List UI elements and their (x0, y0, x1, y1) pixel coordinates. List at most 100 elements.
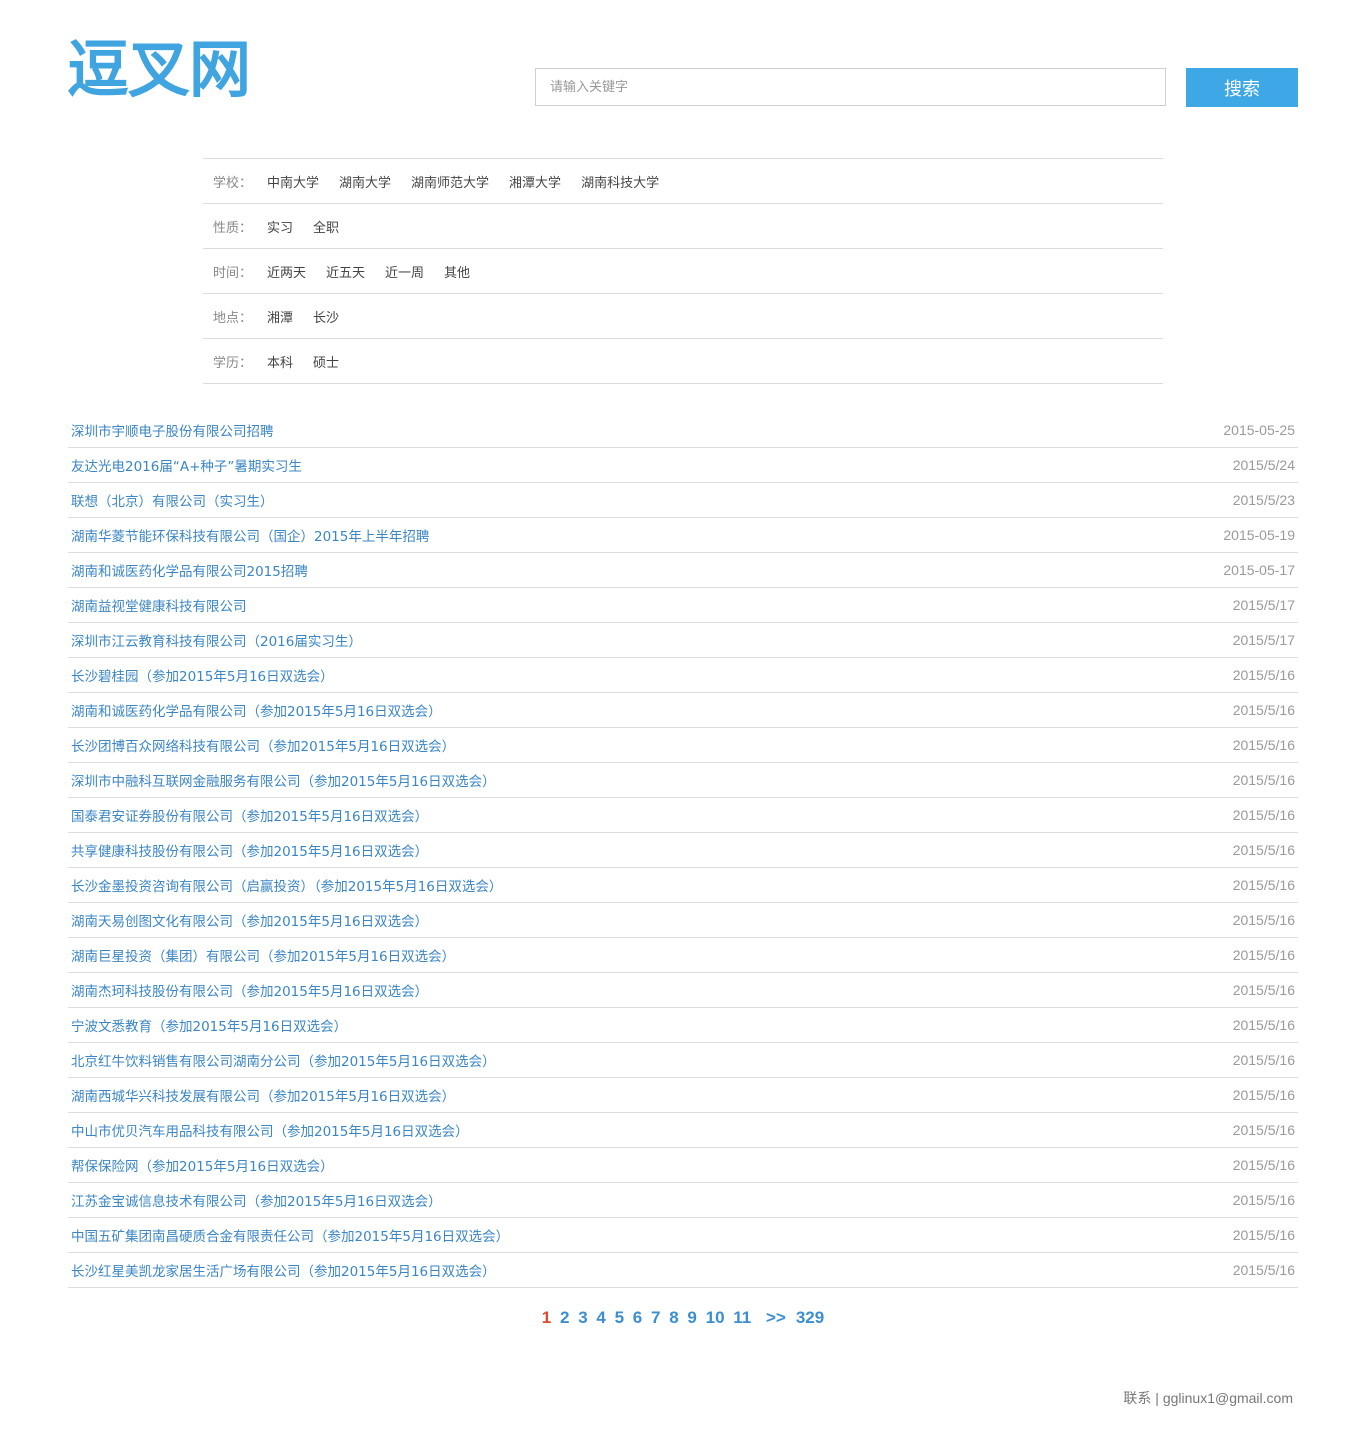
job-title-link[interactable]: 中山市优贝汽车用品科技有限公司（参加2015年5月16日双选会） (71, 1120, 469, 1140)
job-title-link[interactable]: 湖南和诚医药化学品有限公司（参加2015年5月16日双选会） (71, 700, 442, 720)
job-row: 湖南益视堂健康科技有限公司 2015/5/17 (68, 588, 1298, 623)
filter-option[interactable]: 近五天 (326, 262, 365, 281)
job-title-link[interactable]: 湖南巨星投资（集团）有限公司（参加2015年5月16日双选会） (71, 945, 455, 965)
job-row: 共享健康科技股份有限公司（参加2015年5月16日双选会） 2015/5/16 (68, 833, 1298, 868)
page-link[interactable]: 5 (615, 1308, 624, 1327)
job-row: 湖南西城华兴科技发展有限公司（参加2015年5月16日双选会） 2015/5/16 (68, 1078, 1298, 1113)
filter-label: 地点： (213, 310, 253, 326)
filter-option[interactable]: 硕士 (313, 352, 339, 371)
filter-option[interactable]: 长沙 (313, 307, 339, 326)
job-title-link[interactable]: 北京红牛饮料销售有限公司湖南分公司（参加2015年5月16日双选会） (71, 1050, 496, 1070)
job-row: 长沙团博百众网络科技有限公司（参加2015年5月16日双选会） 2015/5/16 (68, 728, 1298, 763)
job-title-link[interactable]: 湖南天易创图文化有限公司（参加2015年5月16日双选会） (71, 910, 428, 930)
job-row: 深圳市中融科互联网金融服务有限公司（参加2015年5月16日双选会） 2015/5… (68, 763, 1298, 798)
job-title-link[interactable]: 中国五矿集团南昌硬质合金有限责任公司（参加2015年5月16日双选会） (71, 1225, 509, 1245)
job-date: 2015/5/16 (1232, 912, 1295, 928)
job-date: 2015-05-19 (1223, 527, 1295, 543)
page-link[interactable]: 11 (733, 1308, 751, 1327)
filter-option[interactable]: 湖南师范大学 (411, 172, 489, 191)
filter-option[interactable]: 实习 (267, 217, 293, 236)
job-date: 2015/5/16 (1232, 1052, 1295, 1068)
job-title-link[interactable]: 湖南西城华兴科技发展有限公司（参加2015年5月16日双选会） (71, 1085, 455, 1105)
search-input[interactable] (535, 68, 1166, 106)
job-date: 2015/5/24 (1232, 457, 1295, 473)
job-title-link[interactable]: 长沙金墨投资咨询有限公司（启赢投资）（参加2015年5月16日双选会） (71, 875, 502, 895)
job-row: 宁波文悉教育（参加2015年5月16日双选会） 2015/5/16 (68, 1008, 1298, 1043)
job-date: 2015/5/16 (1232, 1192, 1295, 1208)
filter-option[interactable]: 近两天 (267, 262, 306, 281)
page-link[interactable]: 6 (633, 1308, 642, 1327)
job-date: 2015/5/16 (1232, 737, 1295, 753)
job-row: 江苏金宝诚信息技术有限公司（参加2015年5月16日双选会） 2015/5/16 (68, 1183, 1298, 1218)
filter-label: 时间： (213, 265, 253, 281)
job-title-link[interactable]: 湖南杰珂科技股份有限公司（参加2015年5月16日双选会） (71, 980, 428, 1000)
filter-option[interactable]: 湖南大学 (339, 172, 391, 191)
job-row: 帮保保险网（参加2015年5月16日双选会） 2015/5/16 (68, 1148, 1298, 1183)
page-link[interactable]: 7 (651, 1308, 660, 1327)
job-title-link[interactable]: 友达光电2016届“A+种子”暑期实习生 (71, 455, 302, 475)
job-title-link[interactable]: 长沙团博百众网络科技有限公司（参加2015年5月16日双选会） (71, 735, 455, 755)
job-row: 中国五矿集团南昌硬质合金有限责任公司（参加2015年5月16日双选会） 2015/… (68, 1218, 1298, 1253)
job-title-link[interactable]: 湖南华菱节能环保科技有限公司（国企）2015年上半年招聘 (71, 525, 429, 545)
job-title-link[interactable]: 宁波文悉教育（参加2015年5月16日双选会） (71, 1015, 347, 1035)
filter-label: 性质： (213, 220, 253, 236)
job-title-link[interactable]: 共享健康科技股份有限公司（参加2015年5月16日双选会） (71, 840, 428, 860)
job-title-link[interactable]: 湖南益视堂健康科技有限公司 (71, 595, 247, 615)
job-row: 友达光电2016届“A+种子”暑期实习生 2015/5/24 (68, 448, 1298, 483)
next-page-link[interactable]: >> (766, 1308, 786, 1327)
job-row: 湖南和诚医药化学品有限公司2015招聘 2015-05-17 (68, 553, 1298, 588)
job-title-link[interactable]: 湖南和诚医药化学品有限公司2015招聘 (71, 560, 308, 580)
filter-option[interactable]: 湖南科技大学 (581, 172, 659, 191)
job-title-link[interactable]: 江苏金宝诚信息技术有限公司（参加2015年5月16日双选会） (71, 1190, 442, 1210)
job-title-link[interactable]: 长沙红星美凯龙家居生活广场有限公司（参加2015年5月16日双选会） (71, 1260, 496, 1280)
job-title-link[interactable]: 深圳市江云教育科技有限公司（2016届实习生） (71, 630, 362, 650)
job-date: 2015/5/16 (1232, 1157, 1295, 1173)
filter-option[interactable]: 其他 (444, 262, 470, 281)
filter-option[interactable]: 本科 (267, 352, 293, 371)
filter-row: 学历： 本科 硕士 (203, 339, 1163, 384)
filter-option[interactable]: 近一周 (385, 262, 424, 281)
page-link[interactable]: 10 (706, 1308, 725, 1327)
search-button[interactable]: 搜索 (1186, 68, 1298, 107)
last-page-link[interactable]: 329 (796, 1308, 824, 1327)
page-link[interactable]: 8 (669, 1308, 678, 1327)
page-link[interactable]: 3 (578, 1308, 587, 1327)
job-title-link[interactable]: 帮保保险网（参加2015年5月16日双选会） (71, 1155, 334, 1175)
page-link[interactable]: 4 (596, 1308, 605, 1327)
filter-panel: 学校： 中南大学 湖南大学 湖南师范大学 湘潭大学 湖南科技大学 性质： 实习 全职 时间： 近两天… (203, 158, 1163, 384)
job-row: 长沙红星美凯龙家居生活广场有限公司（参加2015年5月16日双选会） 2015/5… (68, 1253, 1298, 1288)
job-title-link[interactable]: 深圳市宇顺电子股份有限公司招聘 (71, 420, 274, 440)
filter-row: 性质： 实习 全职 (203, 204, 1163, 249)
job-list: 深圳市宇顺电子股份有限公司招聘 2015-05-25 友达光电2016届“A+种子”… (68, 413, 1298, 1288)
filter-option[interactable]: 全职 (313, 217, 339, 236)
footer-contact: 联系 | gglinux1@gmail.com (1123, 1390, 1293, 1406)
job-date: 2015/5/16 (1232, 982, 1295, 998)
job-date: 2015/5/16 (1232, 702, 1295, 718)
job-date: 2015/5/16 (1232, 1227, 1295, 1243)
site-logo[interactable]: 逗叉网 (67, 34, 251, 106)
job-title-link[interactable]: 深圳市中融科互联网金融服务有限公司（参加2015年5月16日双选会） (71, 770, 496, 790)
job-title-link[interactable]: 国泰君安证券股份有限公司（参加2015年5月16日双选会） (71, 805, 428, 825)
filter-row: 地点： 湘潭 长沙 (203, 294, 1163, 339)
page-link[interactable]: 2 (560, 1308, 569, 1327)
job-row: 湖南和诚医药化学品有限公司（参加2015年5月16日双选会） 2015/5/16 (68, 693, 1298, 728)
job-date: 2015/5/16 (1232, 877, 1295, 893)
job-row: 湖南华菱节能环保科技有限公司（国企）2015年上半年招聘 2015-05-19 (68, 518, 1298, 553)
page-current: 1 (541, 1308, 552, 1327)
job-date: 2015-05-25 (1223, 422, 1295, 438)
job-date: 2015/5/16 (1232, 772, 1295, 788)
job-date: 2015-05-17 (1223, 562, 1295, 578)
job-date: 2015/5/16 (1232, 1122, 1295, 1138)
job-title-link[interactable]: 长沙碧桂园（参加2015年5月16日双选会） (71, 665, 334, 685)
job-date: 2015/5/17 (1232, 597, 1295, 613)
job-row: 国泰君安证券股份有限公司（参加2015年5月16日双选会） 2015/5/16 (68, 798, 1298, 833)
filter-option[interactable]: 湘潭大学 (509, 172, 561, 191)
job-title-link[interactable]: 联想（北京）有限公司（实习生） (71, 490, 274, 510)
job-row: 深圳市江云教育科技有限公司（2016届实习生） 2015/5/17 (68, 623, 1298, 658)
page-link[interactable]: 9 (687, 1308, 696, 1327)
filter-option[interactable]: 中南大学 (267, 172, 319, 191)
job-date: 2015/5/16 (1232, 1017, 1295, 1033)
filter-option[interactable]: 湘潭 (267, 307, 293, 326)
filter-row: 学校： 中南大学 湖南大学 湖南师范大学 湘潭大学 湖南科技大学 (203, 159, 1163, 204)
job-row: 北京红牛饮料销售有限公司湖南分公司（参加2015年5月16日双选会） 2015/5… (68, 1043, 1298, 1078)
